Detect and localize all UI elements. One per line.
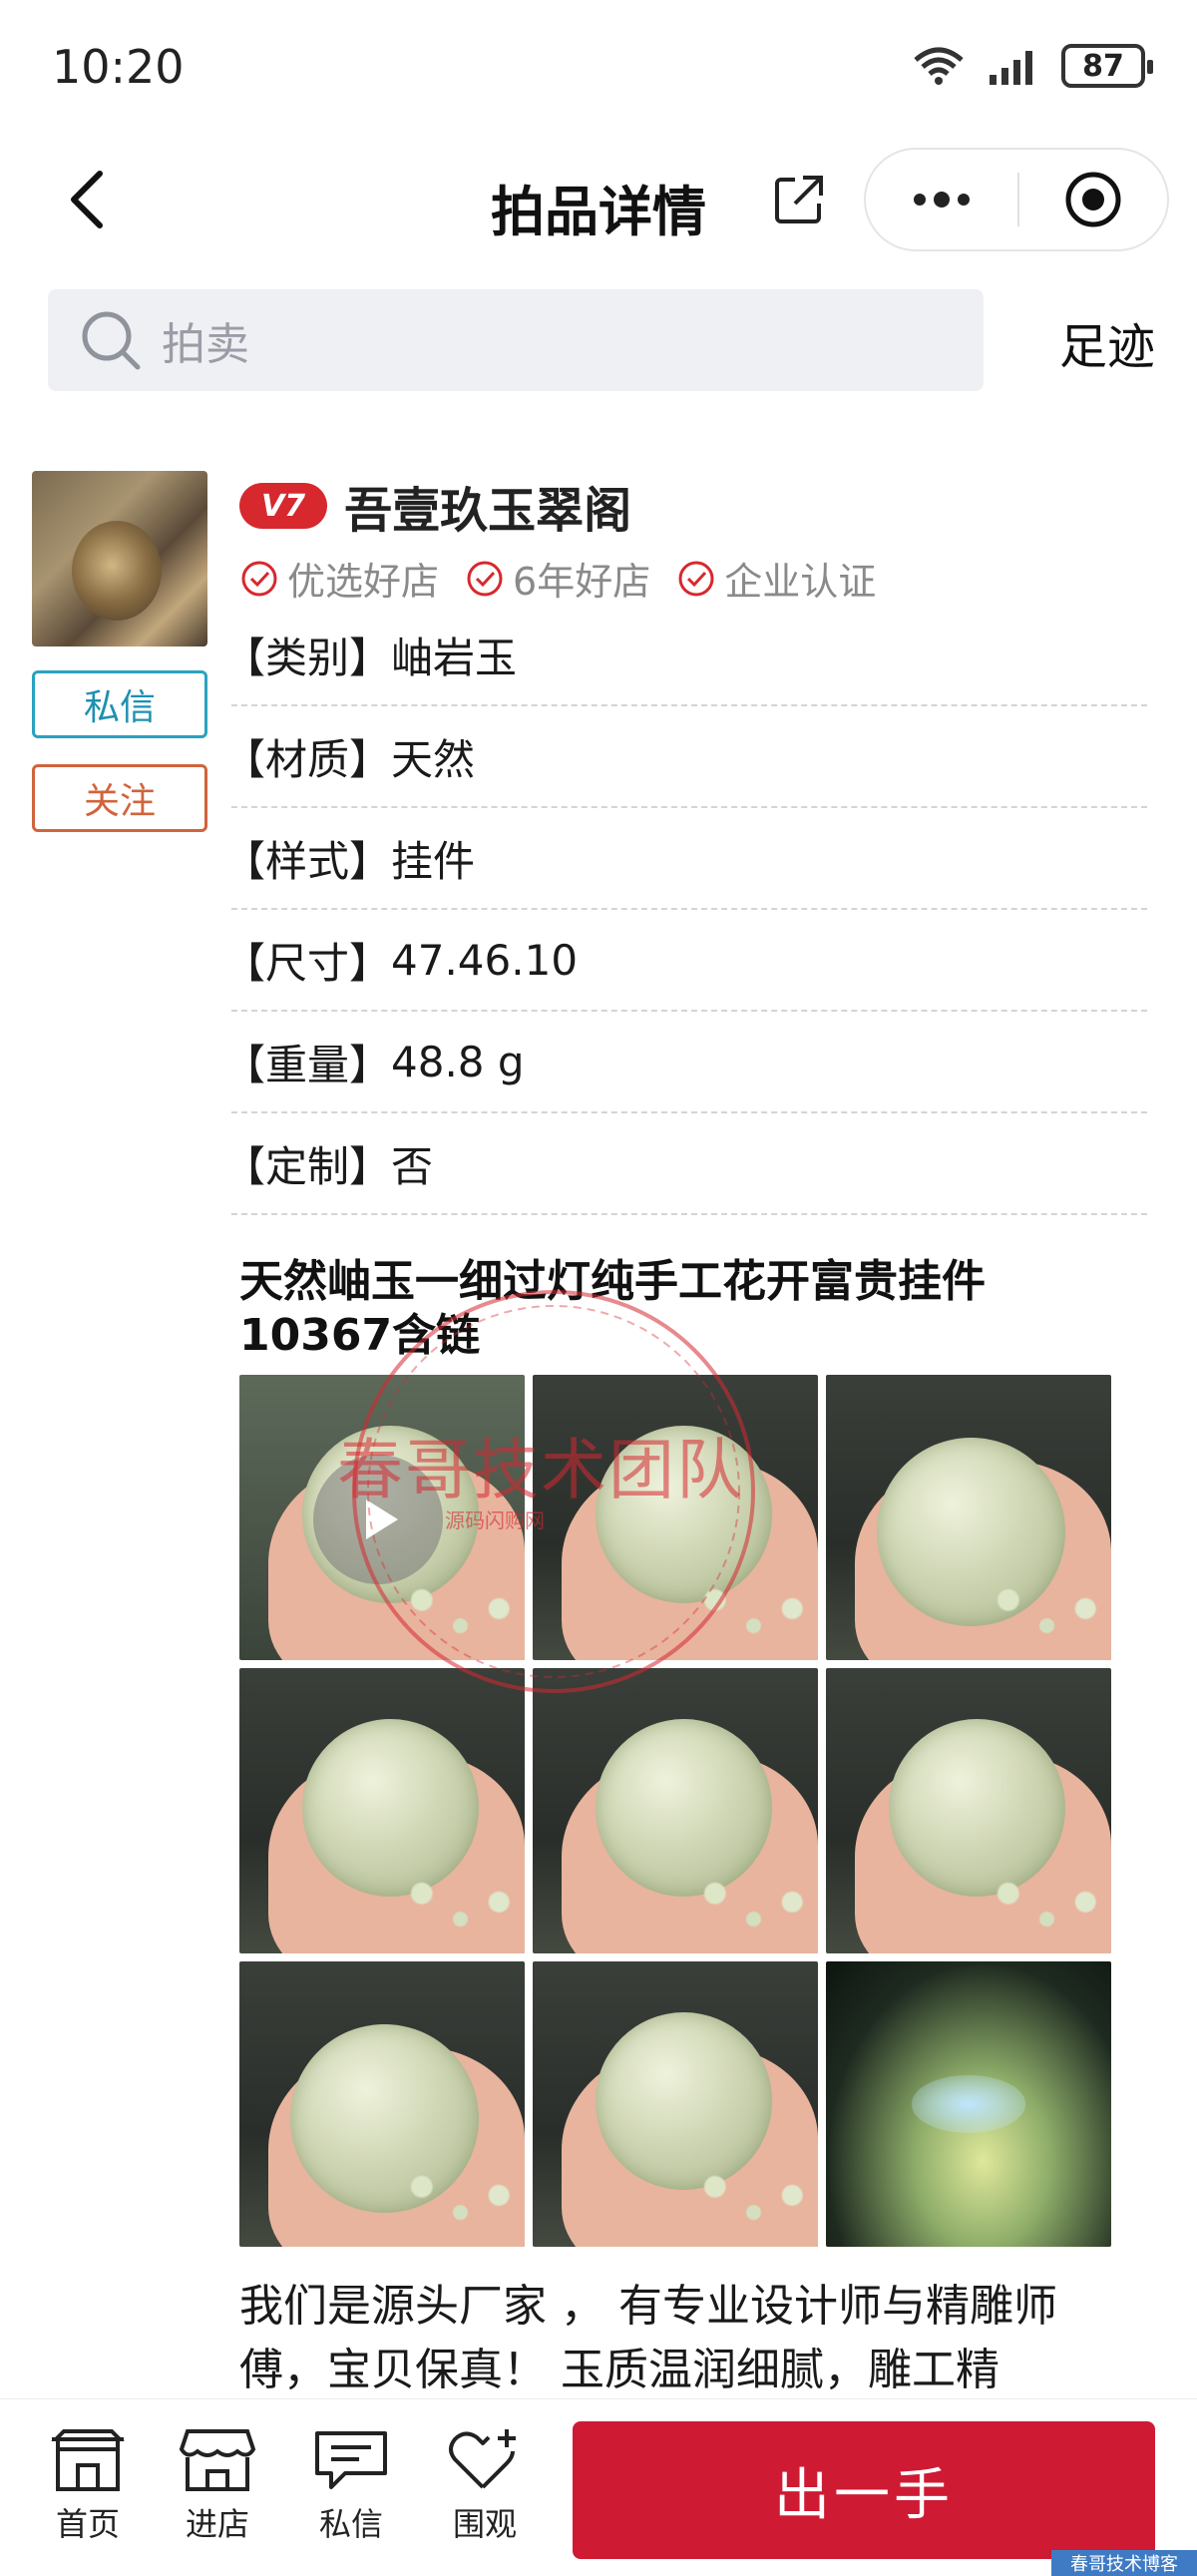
attribute-key: 【重量】 — [223, 1040, 392, 1089]
more-dots-icon — [914, 192, 970, 208]
search-icon — [82, 311, 141, 370]
signal-icon — [990, 51, 1032, 85]
gallery-image[interactable] — [826, 1375, 1111, 1660]
status-icons: 87 — [912, 44, 1153, 88]
tab-message[interactable]: 私信 — [291, 2427, 411, 2545]
attribute-row: 【类别】 岫岩玉 — [223, 605, 1147, 706]
target-icon — [1065, 172, 1121, 227]
close-miniprogram-button[interactable] — [1019, 150, 1167, 249]
search-placeholder: 拍卖 — [162, 319, 249, 370]
shop-icon — [179, 2429, 256, 2491]
attribute-value: 岫岩玉 — [391, 633, 518, 682]
attribute-row: 【重量】 48.8 g — [223, 1012, 1147, 1113]
attribute-value: 挂件 — [391, 836, 476, 886]
status-time: 10:20 — [52, 40, 185, 94]
attribute-key: 【定制】 — [223, 1141, 392, 1191]
follow-shop-button[interactable]: 关注 — [32, 764, 207, 832]
tab-home[interactable]: 首页 — [28, 2427, 148, 2545]
attribute-key: 【尺寸】 — [223, 938, 392, 988]
footprint-link[interactable]: 足迹 — [1059, 307, 1155, 377]
attribute-value: 48.8 g — [391, 1037, 525, 1086]
share-icon — [775, 176, 823, 223]
shop-tag: 企业认证 — [676, 551, 876, 606]
attribute-value: 天然 — [391, 734, 476, 784]
gallery-image[interactable] — [239, 1668, 525, 1953]
shop-avatar[interactable] — [32, 471, 207, 646]
gallery-image[interactable] — [533, 1668, 818, 1953]
attribute-row: 【样式】 挂件 — [223, 808, 1147, 910]
tab-shop[interactable]: 进店 — [158, 2427, 277, 2545]
attribute-value: 47.46.10 — [391, 935, 579, 985]
shop-tags: 优选好店 6年好店 企业认证 — [239, 551, 1157, 606]
corner-watermark: 春哥技术博客 — [1051, 2550, 1197, 2576]
bid-button[interactable]: 出一手 — [573, 2421, 1155, 2559]
gallery-image[interactable] — [826, 1961, 1111, 2247]
tab-watch[interactable]: 围观 — [425, 2427, 545, 2545]
attribute-key: 【类别】 — [223, 633, 392, 682]
watermark-subtext: 源码闪购网 — [445, 1508, 545, 1532]
shop-header: V7 吾壹玖玉翠阁 优选好店 6年好店 企业认证 — [239, 471, 1157, 606]
message-shop-button[interactable]: 私信 — [32, 670, 207, 738]
check-circle-icon — [241, 561, 277, 596]
search-input[interactable]: 拍卖 — [48, 289, 984, 391]
attribute-list: 【类别】 岫岩玉 【材质】 天然 【样式】 挂件 【尺寸】 47.46.10 【… — [223, 605, 1147, 1215]
tab-label: 私信 — [318, 2505, 383, 2543]
bottom-bar: 首页 进店 私信 围观 出一手 春哥技术博客 — [0, 2398, 1197, 2576]
tab-label: 围观 — [452, 2505, 517, 2543]
shop-tag-label: 优选好店 — [287, 560, 440, 604]
wifi-icon — [914, 47, 964, 85]
status-bar: 10:20 87 — [0, 0, 1197, 140]
gallery-image[interactable] — [239, 1961, 525, 2247]
tab-label: 首页 — [55, 2505, 120, 2543]
heart-add-icon — [449, 2429, 516, 2489]
shop-tag: 6年好店 — [465, 551, 650, 606]
more-button[interactable] — [866, 150, 1017, 249]
mini-program-capsule — [864, 148, 1169, 251]
nav-bar: 拍品详情 — [0, 140, 1197, 259]
home-icon — [51, 2429, 125, 2491]
shop-tag-label: 6年好店 — [513, 560, 651, 604]
attribute-row: 【定制】 否 — [223, 1113, 1147, 1215]
check-circle-icon — [467, 561, 503, 596]
vip-level-badge: V7 — [239, 483, 327, 529]
attribute-row: 【材质】 天然 — [223, 706, 1147, 808]
search-row: 拍卖 足迹 — [48, 289, 1155, 391]
check-circle-icon — [678, 561, 714, 596]
message-icon — [315, 2431, 387, 2489]
attribute-key: 【样式】 — [223, 836, 392, 886]
tab-label: 进店 — [185, 2505, 249, 2543]
product-description: 我们是源头厂家 ， 有专业设计师与精雕师傅，宝贝保真！ 玉质温润细腻，雕工精 — [239, 2281, 1057, 2395]
gallery-image[interactable] — [533, 1961, 818, 2247]
attribute-row: 【尺寸】 47.46.10 — [223, 910, 1147, 1012]
share-button[interactable] — [754, 160, 844, 239]
gallery-image[interactable] — [826, 1668, 1111, 1953]
shop-tag-label: 企业认证 — [724, 560, 877, 604]
shop-tag: 优选好店 — [239, 551, 439, 606]
attribute-value: 否 — [391, 1141, 434, 1191]
shop-name[interactable]: 吾壹玖玉翠阁 — [344, 471, 631, 541]
battery-indicator: 87 — [1061, 44, 1153, 88]
watermark-text: 春哥技术团队 — [337, 1432, 744, 1508]
attribute-key: 【材质】 — [223, 734, 392, 784]
product-title: 天然岫玉一细过灯纯手工花开富贵挂件10367含链 — [239, 1256, 986, 1361]
